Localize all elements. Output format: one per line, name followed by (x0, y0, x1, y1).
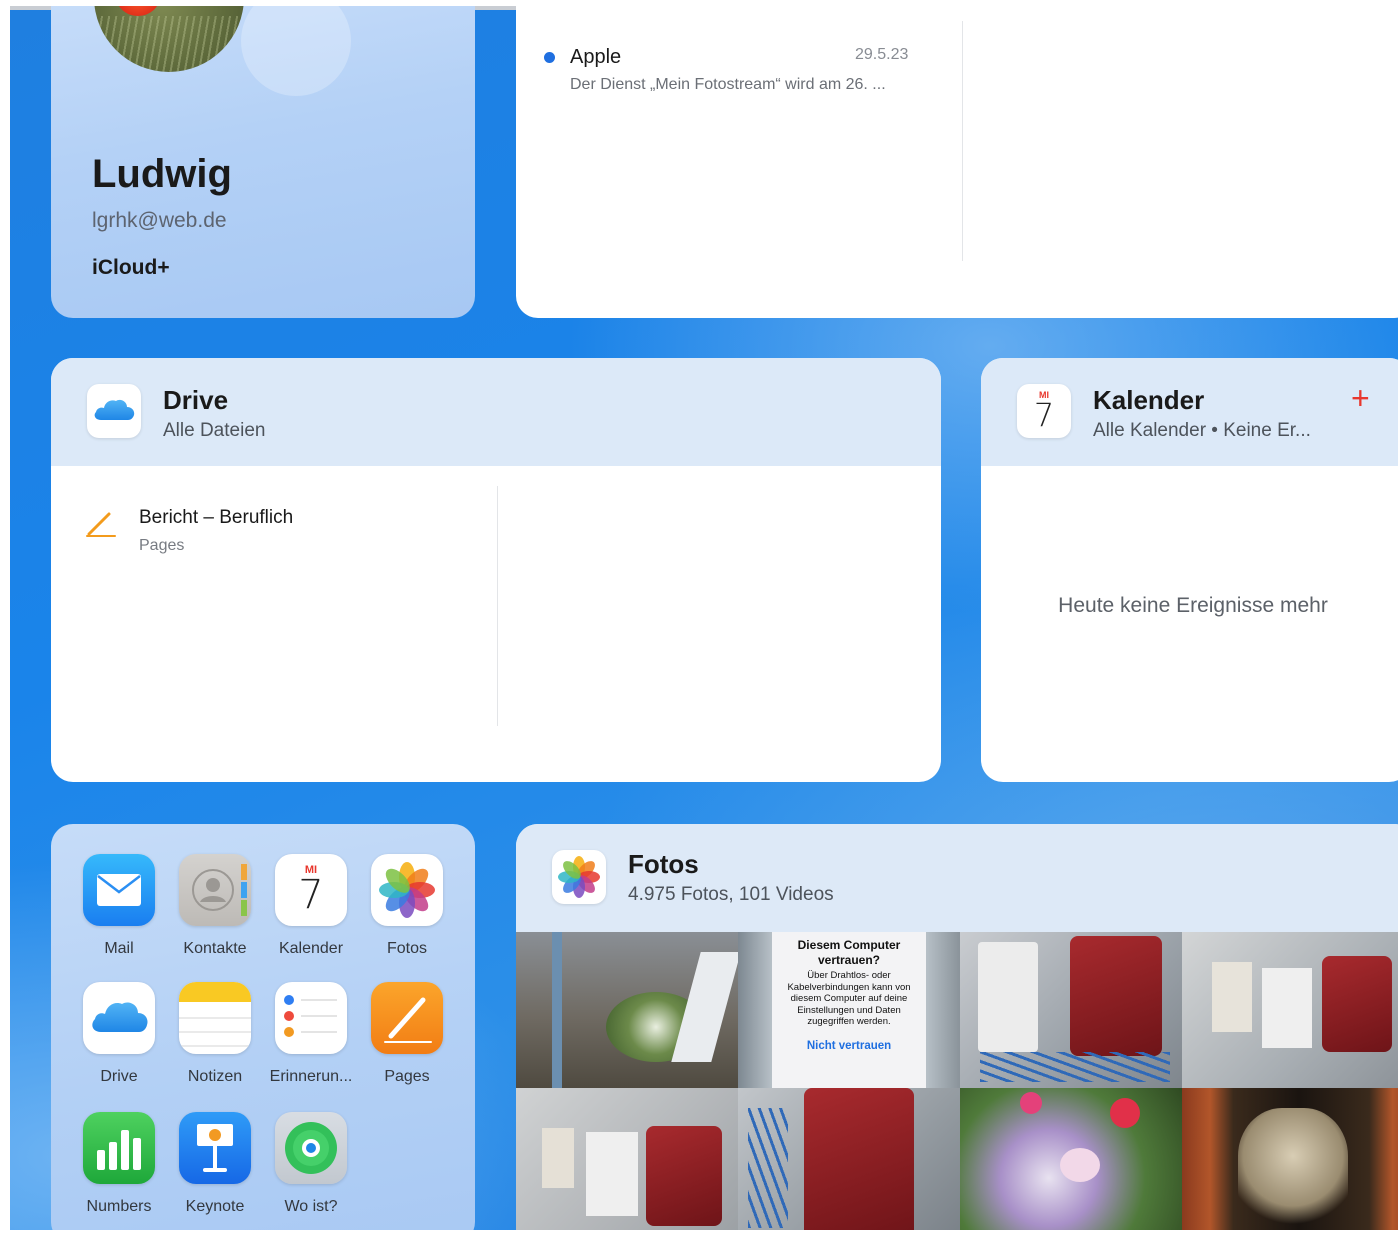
app-label: Numbers (86, 1198, 152, 1215)
drive-title: Drive (163, 385, 229, 415)
profile-name: Ludwig (92, 152, 232, 196)
dialog-body: Über Drahtlos- oder Kabelverbindungen ka… (787, 970, 911, 1028)
profile-email: lgrhk@web.de (92, 209, 227, 232)
drive-cloud-icon (87, 384, 141, 438)
calendar-title: Kalender (1093, 385, 1205, 415)
app-label: Mail (104, 940, 134, 957)
app-find-my[interactable]: Wo ist? (263, 1112, 359, 1216)
mail-date: 29.5.23 (855, 46, 909, 63)
photo-thumbnail[interactable] (960, 932, 1182, 1088)
app-calendar[interactable]: MI 7 Kalender (263, 854, 359, 958)
app-drive[interactable]: Drive (71, 982, 167, 1086)
calendar-card: MI 7 Kalender Alle Kalender • Keine Er..… (981, 358, 1398, 782)
file-name: Bericht – Beruflich (139, 507, 294, 528)
photos-icon (371, 854, 443, 926)
calendar-icon: MI 7 (1017, 384, 1071, 438)
app-label: Keynote (185, 1198, 245, 1215)
dialog-title: Diesem Computer vertrauen? (797, 938, 901, 967)
apps-card: Mail Kontakte MI 7 Kalender Fotos Drive … (51, 824, 475, 1230)
avatar-poppy (116, 6, 160, 16)
app-label: Notizen (187, 1068, 243, 1085)
photos-card: Fotos 4.975 Fotos, 101 Videos Diesem Com… (516, 824, 1398, 1230)
app-reminders[interactable]: Erinnerun... (263, 982, 359, 1086)
app-mail[interactable]: Mail (71, 854, 167, 958)
file-type: Pages (139, 537, 185, 554)
keynote-icon (179, 1112, 251, 1184)
drive-header[interactable]: Drive Alle Dateien (51, 358, 941, 466)
app-keynote[interactable]: Keynote (167, 1112, 263, 1216)
photo-thumbnail[interactable] (516, 1088, 738, 1230)
photos-subtitle: 4.975 Fotos, 101 Videos (628, 884, 834, 905)
calendar-icon: MI 7 (275, 854, 347, 926)
calendar-header[interactable]: MI 7 Kalender Alle Kalender • Keine Er..… (981, 358, 1398, 466)
add-event-button[interactable]: + (1351, 380, 1370, 417)
drive-icon (83, 982, 155, 1054)
app-pages[interactable]: Pages (359, 982, 455, 1086)
app-label: Wo ist? (284, 1198, 338, 1215)
icloud-home: Ludwig lgrhk@web.de iCloud+ Apple 29.5.2… (10, 6, 1398, 1230)
avatar-grass (94, 16, 244, 72)
photo-thumbnail[interactable] (516, 932, 738, 1088)
photo-thumbnail[interactable] (738, 1088, 960, 1230)
app-notes[interactable]: Notizen (167, 982, 263, 1086)
app-numbers[interactable]: Numbers (71, 1112, 167, 1216)
find-my-icon (275, 1112, 347, 1184)
app-label: Erinnerun... (269, 1068, 353, 1085)
drive-subtitle: Alle Dateien (163, 420, 266, 441)
unread-dot-icon (544, 52, 555, 63)
pages-icon (371, 982, 443, 1054)
app-contacts[interactable]: Kontakte (167, 854, 263, 958)
mail-sender: Apple (570, 46, 622, 68)
mail-icon (83, 854, 155, 926)
calendar-subtitle: Alle Kalender • Keine Er... (1093, 420, 1311, 441)
app-label: Pages (384, 1068, 430, 1085)
mail-card: Apple 29.5.23 Der Dienst „Mein Fotostrea… (516, 6, 1398, 318)
decorative-shape (241, 6, 351, 96)
app-photos[interactable]: Fotos (359, 854, 455, 958)
photos-header[interactable]: Fotos 4.975 Fotos, 101 Videos (516, 824, 1398, 932)
drive-card: Drive Alle Dateien Bericht – Beruflich P… (51, 358, 941, 782)
avatar[interactable] (94, 6, 244, 72)
pages-pen-icon (86, 512, 116, 537)
calendar-icon-day: 7 (298, 872, 324, 918)
photo-thumbnail[interactable] (1182, 1088, 1398, 1230)
profile-plan: iCloud+ (92, 256, 170, 279)
photos-title: Fotos (628, 849, 699, 879)
no-events-message: Heute keine Ereignisse mehr (1058, 594, 1328, 617)
calendar-icon-day: 7 (1033, 396, 1055, 434)
app-label: Kalender (278, 940, 344, 957)
column-divider (962, 21, 963, 261)
photo-thumbnail[interactable]: Diesem Computer vertrauen? Über Drahtlos… (738, 932, 960, 1088)
numbers-icon (83, 1112, 155, 1184)
photo-thumbnail[interactable] (960, 1088, 1182, 1230)
notes-icon (179, 982, 251, 1054)
reminders-icon (275, 982, 347, 1054)
app-label: Drive (100, 1068, 138, 1085)
photo-grid: Diesem Computer vertrauen? Über Drahtlos… (516, 932, 1398, 1230)
mail-preview: Der Dienst „Mein Fotostream“ wird am 26.… (570, 76, 886, 93)
dialog-button: Nicht vertrauen (806, 1039, 892, 1052)
app-label: Kontakte (183, 940, 247, 957)
column-divider (497, 486, 498, 726)
photos-icon (552, 850, 606, 904)
photo-thumbnail[interactable] (1182, 932, 1398, 1088)
app-label: Fotos (386, 940, 427, 957)
contacts-icon (179, 854, 251, 926)
profile-card[interactable]: Ludwig lgrhk@web.de iCloud+ (51, 6, 475, 318)
